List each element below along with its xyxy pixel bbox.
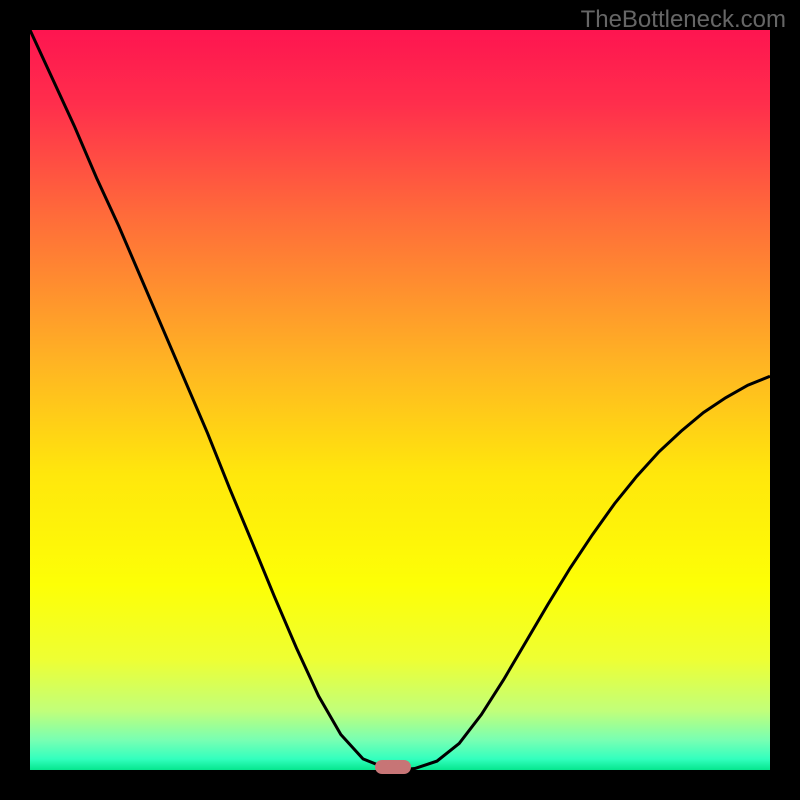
watermark-text: TheBottleneck.com [581,6,786,34]
chart-curve [30,30,770,770]
optimum-marker [375,760,411,774]
chart-frame [30,30,770,770]
